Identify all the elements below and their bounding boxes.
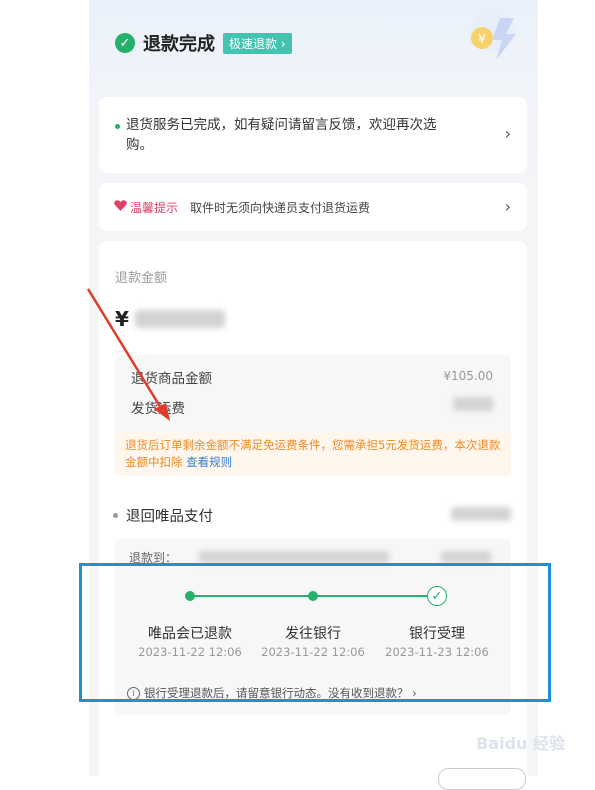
heart-icon xyxy=(114,200,127,211)
warm-tip-card[interactable]: 温馨提示 取件时无须向快递员支付退货运费 › xyxy=(99,183,527,231)
svg-text:¥: ¥ xyxy=(478,32,486,46)
refund-notice-card[interactable]: 退货服务已完成，如有疑问请留言反馈，欢迎再次选购。 › xyxy=(99,97,527,173)
blurred-shipping-fee xyxy=(453,397,493,411)
warning-banner: 退货后订单剩余金额不满足免运费条件，您需承担5元发货运费，本次退款金额中扣除 查… xyxy=(115,431,511,476)
tip-text: 取件时无须向快递员支付退货运费 xyxy=(190,201,371,215)
blurred-method-value xyxy=(451,507,511,521)
blurred-account-value xyxy=(441,551,491,563)
bottom-button[interactable] xyxy=(438,768,526,790)
chevron-right-icon: › xyxy=(504,124,511,143)
page-title: 退款完成 xyxy=(143,34,215,55)
view-rules-link[interactable]: 查看规则 xyxy=(186,455,232,469)
watermark: Baidu 经验 xyxy=(476,734,565,753)
highlight-box xyxy=(79,563,551,702)
blurred-account xyxy=(199,551,389,563)
refund-amount-label: 退款金额 xyxy=(115,271,168,286)
tip-label: 温馨提示 xyxy=(130,201,179,215)
red-arrow-annotation xyxy=(86,288,170,421)
goods-amount-value: ¥105.00 xyxy=(443,369,493,383)
gray-dot xyxy=(113,513,118,518)
chevron-right-icon: › xyxy=(504,197,511,216)
notice-text: 退货服务已完成，如有疑问请留言反馈，欢迎再次选购。 xyxy=(126,117,437,153)
refund-method-row: 退回唯品支付 xyxy=(113,505,213,526)
status-header: ✓ 退款完成 极速退款 › xyxy=(115,30,292,56)
fast-refund-badge[interactable]: 极速退款 › xyxy=(223,32,292,54)
green-dot xyxy=(115,124,120,129)
check-circle-icon: ✓ xyxy=(115,33,135,53)
lightning-coin-icon: ¥ xyxy=(471,8,516,60)
refund-method-label: 退回唯品支付 xyxy=(126,509,213,525)
warning-text: 退货后订单剩余金额不满足免运费条件，您需承担5元发货运费，本次退款金额中扣除 查… xyxy=(125,438,501,469)
